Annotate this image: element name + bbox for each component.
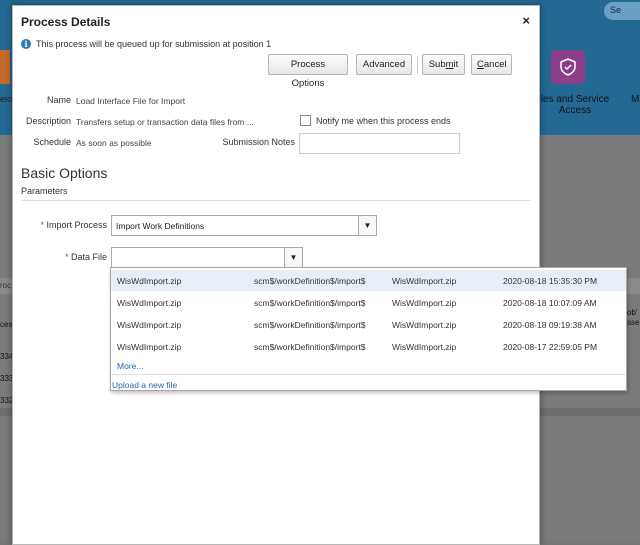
list-item[interactable]: WisWdImport.zip scm$/workDefinition$/impo…: [111, 336, 626, 357]
dialog-title: Process Details: [21, 15, 111, 29]
section-divider: [21, 200, 531, 201]
list-item[interactable]: WisWdImport.zip scm$/workDefinition$/impo…: [111, 314, 626, 335]
import-process-value: Import Work Definitions: [116, 221, 205, 231]
chevron-down-icon[interactable]: ▼: [358, 216, 376, 235]
toolbar-separator: [417, 56, 418, 73]
info-text: This process will be queued up for submi…: [36, 39, 272, 49]
list-item[interactable]: WisWdImport.zip scm$/workDefinition$/impo…: [111, 292, 626, 313]
app-tile-sales-service[interactable]: [551, 50, 585, 84]
import-process-select[interactable]: Import Work Definitions ▼: [111, 215, 377, 236]
bg-col-header-right-2: sse: [627, 318, 640, 327]
upload-new-file-link[interactable]: Upload a new file: [112, 380, 177, 390]
name-value: Load Interface File for Import: [76, 96, 186, 106]
name-label: Name: [46, 95, 71, 105]
required-marker: *: [40, 220, 44, 230]
global-search-placeholder: Se: [610, 5, 622, 15]
advanced-button[interactable]: Advanced: [356, 54, 412, 75]
submission-notes-input[interactable]: [299, 133, 460, 154]
schedule-value: As soon as possible: [76, 138, 152, 148]
process-options-button[interactable]: Process Options: [268, 54, 348, 89]
app-tile-label-edge: Ma: [631, 94, 640, 105]
chevron-down-icon[interactable]: ▼: [284, 248, 302, 267]
submit-button[interactable]: Submit: [422, 54, 465, 75]
required-marker: *: [64, 252, 69, 262]
app-tile-orange[interactable]: [0, 50, 10, 84]
parameters-subtitle: Parameters: [21, 186, 68, 196]
app-tile-label: les and Service Access: [540, 94, 610, 116]
data-file-dropdown: WisWdImport.zip scm$/workDefinition$/impo…: [110, 267, 627, 391]
description-value: Transfers setup or transaction data file…: [76, 117, 254, 127]
shield-icon: [560, 58, 576, 76]
submission-notes-label: Submission Notes: [222, 137, 295, 147]
description-label: Description: [25, 116, 71, 126]
dropdown-divider: [111, 374, 626, 375]
schedule-label: Schedule: [33, 137, 71, 147]
cancel-button[interactable]: Cancel: [471, 54, 512, 75]
notify-label: Notify me when this process ends: [316, 116, 451, 126]
import-process-label: * Import Process: [40, 220, 107, 230]
global-search-field[interactable]: Se: [604, 2, 640, 20]
list-item[interactable]: WisWdImport.zip scm$/workDefinition$/impo…: [111, 270, 626, 291]
bg-col-header-right: ob': [627, 308, 638, 317]
basic-options-title: Basic Options: [21, 165, 108, 181]
bg-col-header: ces: [0, 320, 13, 329]
notify-checkbox[interactable]: [300, 115, 311, 126]
info-icon: i: [21, 39, 31, 49]
close-icon[interactable]: ×: [522, 13, 530, 28]
data-file-label: * Data File: [64, 252, 107, 262]
more-link[interactable]: More...: [117, 361, 143, 371]
data-file-select[interactable]: ▼: [111, 247, 303, 268]
info-message: i This process will be queued up for sub…: [21, 39, 271, 49]
